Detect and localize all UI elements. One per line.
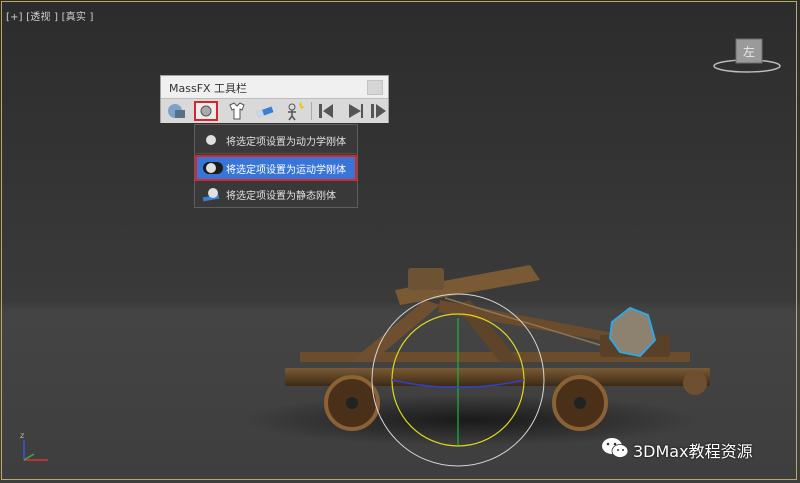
toolbar-close-button[interactable] xyxy=(367,80,383,95)
dynamic-sphere-icon xyxy=(202,130,220,151)
menu-separator xyxy=(196,153,356,154)
menu-item-label: 将选定项设置为运动学刚体 xyxy=(226,165,346,176)
viewport-menu-plus[interactable]: [+] xyxy=(6,12,23,23)
viewcube[interactable]: 左 xyxy=(712,34,782,76)
play-sim-icon[interactable] xyxy=(343,101,367,121)
reset-sim-icon[interactable] xyxy=(315,101,339,121)
menu-item-static[interactable]: 将选定项设置为静态刚体 xyxy=(196,182,356,206)
rigid-body-icon[interactable] xyxy=(194,101,218,121)
viewcube-face-label: 左 xyxy=(743,44,755,59)
step-sim-icon[interactable] xyxy=(369,101,393,121)
menu-item-dynamic[interactable]: 将选定项设置为动力学刚体 xyxy=(196,128,356,152)
menu-item-kinematic[interactable]: 将选定项设置为运动学刚体 xyxy=(195,155,357,181)
toolbar-buttons xyxy=(161,98,388,123)
axis-tripod: z xyxy=(20,431,48,461)
menu-item-label: 将选定项设置为静态刚体 xyxy=(226,191,336,202)
toolbar-separator xyxy=(311,102,312,120)
toolbar-title: MassFX 工具栏 xyxy=(169,82,248,95)
perspective-viewport[interactable]: [+] [透视 ] [真实 ] 左 MassFX 工具栏 将选定项设置为动力学刚… xyxy=(0,0,800,483)
world-parameters-icon[interactable] xyxy=(165,101,189,121)
scene-catapult xyxy=(240,265,710,467)
viewport-view-label[interactable]: [透视 ] xyxy=(26,12,58,23)
static-sphere-icon xyxy=(202,184,224,207)
watermark-text: 3DMax教程资源 xyxy=(633,442,753,461)
wechat-icon xyxy=(602,438,629,458)
massfx-toolbar[interactable]: MassFX 工具栏 xyxy=(160,75,389,123)
rigid-body-menu: 将选定项设置为动力学刚体 将选定项设置为运动学刚体 将选定项设置为静态刚体 xyxy=(194,124,358,208)
constraint-icon[interactable] xyxy=(253,101,277,121)
viewport-label: [+] [透视 ] [真实 ] xyxy=(6,8,94,23)
cloth-icon[interactable] xyxy=(225,101,249,121)
kinematic-sphere-icon xyxy=(202,158,224,179)
viewport-shading-label[interactable]: [真实 ] xyxy=(62,12,94,23)
watermark: 3DMax教程资源 xyxy=(600,435,753,461)
menu-item-label: 将选定项设置为动力学刚体 xyxy=(226,137,346,148)
axis-z-label: z xyxy=(20,431,24,440)
ragdoll-icon[interactable] xyxy=(283,101,307,121)
